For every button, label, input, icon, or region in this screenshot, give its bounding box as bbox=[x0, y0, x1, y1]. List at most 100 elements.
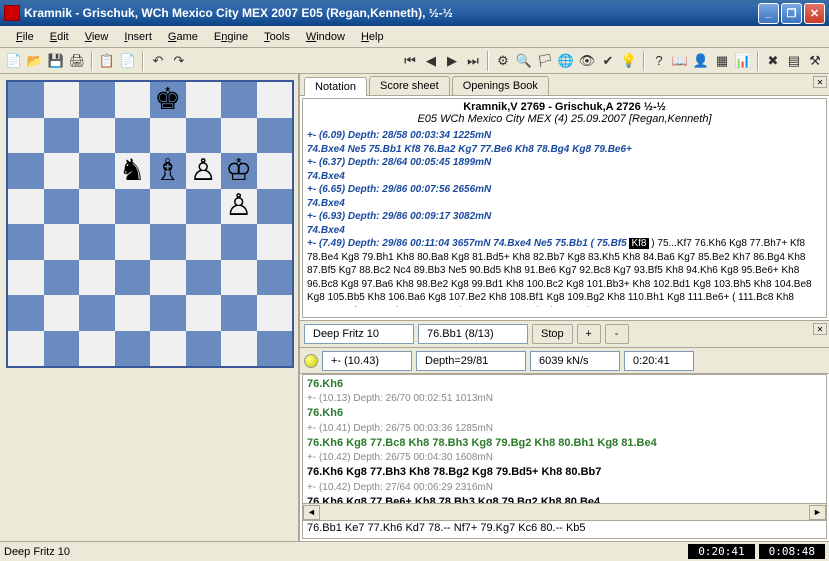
square-a7[interactable] bbox=[8, 118, 44, 154]
nav-prev-icon[interactable]: ◀ bbox=[421, 51, 441, 71]
variation-moves[interactable]: 76.Kh6 Kg8 77.Be6+ Kh8 78.Bh3 Kg8 79.Bg2… bbox=[307, 495, 822, 503]
square-b8[interactable] bbox=[44, 82, 80, 118]
square-g6[interactable]: ♔ bbox=[221, 153, 257, 189]
square-e7[interactable] bbox=[150, 118, 186, 154]
square-c7[interactable] bbox=[79, 118, 115, 154]
square-e8[interactable]: ♚ bbox=[150, 82, 186, 118]
menu-file[interactable]: File bbox=[8, 29, 42, 45]
menu-window[interactable]: Window bbox=[298, 29, 353, 45]
square-g3[interactable] bbox=[221, 260, 257, 296]
save-icon[interactable]: 💾 bbox=[46, 51, 66, 71]
variation-moves[interactable]: 76.Kh6 Kg8 77.Bh3 Kh8 78.Bg2 Kg8 79.Bd5+… bbox=[307, 465, 822, 480]
chess-board[interactable]: ♚♞♗♙♔♙ bbox=[6, 80, 294, 368]
flag-icon[interactable]: 🏳 bbox=[535, 51, 555, 71]
square-e2[interactable] bbox=[150, 295, 186, 331]
minus-button[interactable]: - bbox=[605, 324, 629, 344]
square-g5[interactable]: ♙ bbox=[221, 189, 257, 225]
plus-button[interactable]: + bbox=[577, 324, 601, 344]
menu-insert[interactable]: Insert bbox=[116, 29, 160, 45]
variation-moves[interactable]: 76.Kh6 bbox=[307, 406, 822, 421]
square-g2[interactable] bbox=[221, 295, 257, 331]
square-h1[interactable] bbox=[257, 331, 293, 367]
maximize-button[interactable]: ❐ bbox=[781, 3, 802, 24]
square-f1[interactable] bbox=[186, 331, 222, 367]
board-icon[interactable]: ▦ bbox=[712, 51, 732, 71]
nav-last-icon[interactable]: ⏭ bbox=[463, 51, 483, 71]
analysis-text[interactable]: +- (6.09) Depth: 28/58 00:03:34 1225mN74… bbox=[303, 127, 826, 307]
square-h6[interactable] bbox=[257, 153, 293, 189]
square-a5[interactable] bbox=[8, 189, 44, 225]
square-d6[interactable]: ♞ bbox=[115, 153, 151, 189]
variation-moves[interactable]: 76.Kh6 bbox=[307, 377, 822, 392]
tab-openings[interactable]: Openings Book bbox=[452, 76, 549, 95]
square-b3[interactable] bbox=[44, 260, 80, 296]
menu-edit[interactable]: Edit bbox=[42, 29, 77, 45]
paste-icon[interactable]: 📄 bbox=[118, 51, 138, 71]
square-a8[interactable] bbox=[8, 82, 44, 118]
scroll-right-icon[interactable]: ► bbox=[809, 505, 826, 520]
bulb-icon[interactable]: 💡 bbox=[619, 51, 639, 71]
variation-moves[interactable]: 76.Kh6 Kg8 77.Bc8 Kh8 78.Bh3 Kg8 79.Bg2 … bbox=[307, 436, 822, 451]
cross-icon[interactable]: ✖ bbox=[763, 51, 783, 71]
square-g4[interactable] bbox=[221, 224, 257, 260]
square-d3[interactable] bbox=[115, 260, 151, 296]
copy-icon[interactable]: 📋 bbox=[97, 51, 117, 71]
square-d1[interactable] bbox=[115, 331, 151, 367]
square-h5[interactable] bbox=[257, 189, 293, 225]
menu-game[interactable]: Game bbox=[160, 29, 206, 45]
square-e6[interactable]: ♗ bbox=[150, 153, 186, 189]
square-h3[interactable] bbox=[257, 260, 293, 296]
close-button[interactable]: ✕ bbox=[804, 3, 825, 24]
square-f8[interactable] bbox=[186, 82, 222, 118]
square-f6[interactable]: ♙ bbox=[186, 153, 222, 189]
menu-view[interactable]: View bbox=[77, 29, 117, 45]
panel-close-icon[interactable]: ✕ bbox=[813, 76, 827, 88]
square-d8[interactable] bbox=[115, 82, 151, 118]
help-icon[interactable]: ? bbox=[649, 51, 669, 71]
db-icon[interactable]: ▤ bbox=[784, 51, 804, 71]
menu-tools[interactable]: Tools bbox=[256, 29, 298, 45]
square-c5[interactable] bbox=[79, 189, 115, 225]
square-c2[interactable] bbox=[79, 295, 115, 331]
check-icon[interactable]: ✔ bbox=[598, 51, 618, 71]
engine-icon[interactable]: ⚙ bbox=[493, 51, 513, 71]
tab-notation[interactable]: Notation bbox=[304, 77, 367, 96]
square-a3[interactable] bbox=[8, 260, 44, 296]
globe-icon[interactable]: 🌐 bbox=[556, 51, 576, 71]
square-h2[interactable] bbox=[257, 295, 293, 331]
square-e5[interactable] bbox=[150, 189, 186, 225]
new-icon[interactable]: 📄 bbox=[4, 51, 24, 71]
square-c4[interactable] bbox=[79, 224, 115, 260]
menu-help[interactable]: Help bbox=[353, 29, 392, 45]
square-g8[interactable] bbox=[221, 82, 257, 118]
engine-panel-close-icon[interactable]: ✕ bbox=[813, 323, 827, 335]
variation-list[interactable]: 76.Kh6 +- (10.13) Depth: 26/70 00:02:51 … bbox=[303, 375, 826, 503]
square-a4[interactable] bbox=[8, 224, 44, 260]
square-h7[interactable] bbox=[257, 118, 293, 154]
square-f3[interactable] bbox=[186, 260, 222, 296]
square-d2[interactable] bbox=[115, 295, 151, 331]
eye-icon[interactable]: 👁 bbox=[577, 51, 597, 71]
square-e4[interactable] bbox=[150, 224, 186, 260]
minimize-button[interactable]: _ bbox=[758, 3, 779, 24]
stop-button[interactable]: Stop bbox=[532, 324, 573, 344]
square-c1[interactable] bbox=[79, 331, 115, 367]
nav-first-icon[interactable]: ⏮ bbox=[400, 51, 420, 71]
chart-icon[interactable]: 📊 bbox=[733, 51, 753, 71]
square-h4[interactable] bbox=[257, 224, 293, 260]
book-icon[interactable]: 📖 bbox=[670, 51, 690, 71]
square-b6[interactable] bbox=[44, 153, 80, 189]
square-c6[interactable] bbox=[79, 153, 115, 189]
square-f5[interactable] bbox=[186, 189, 222, 225]
square-f7[interactable] bbox=[186, 118, 222, 154]
square-c3[interactable] bbox=[79, 260, 115, 296]
square-b5[interactable] bbox=[44, 189, 80, 225]
square-d4[interactable] bbox=[115, 224, 151, 260]
square-d5[interactable] bbox=[115, 189, 151, 225]
square-a6[interactable] bbox=[8, 153, 44, 189]
cfg-icon[interactable]: ⚒ bbox=[805, 51, 825, 71]
print-icon[interactable]: 🖨 bbox=[67, 51, 87, 71]
menu-engine[interactable]: Engine bbox=[206, 29, 256, 45]
square-g7[interactable] bbox=[221, 118, 257, 154]
square-f2[interactable] bbox=[186, 295, 222, 331]
